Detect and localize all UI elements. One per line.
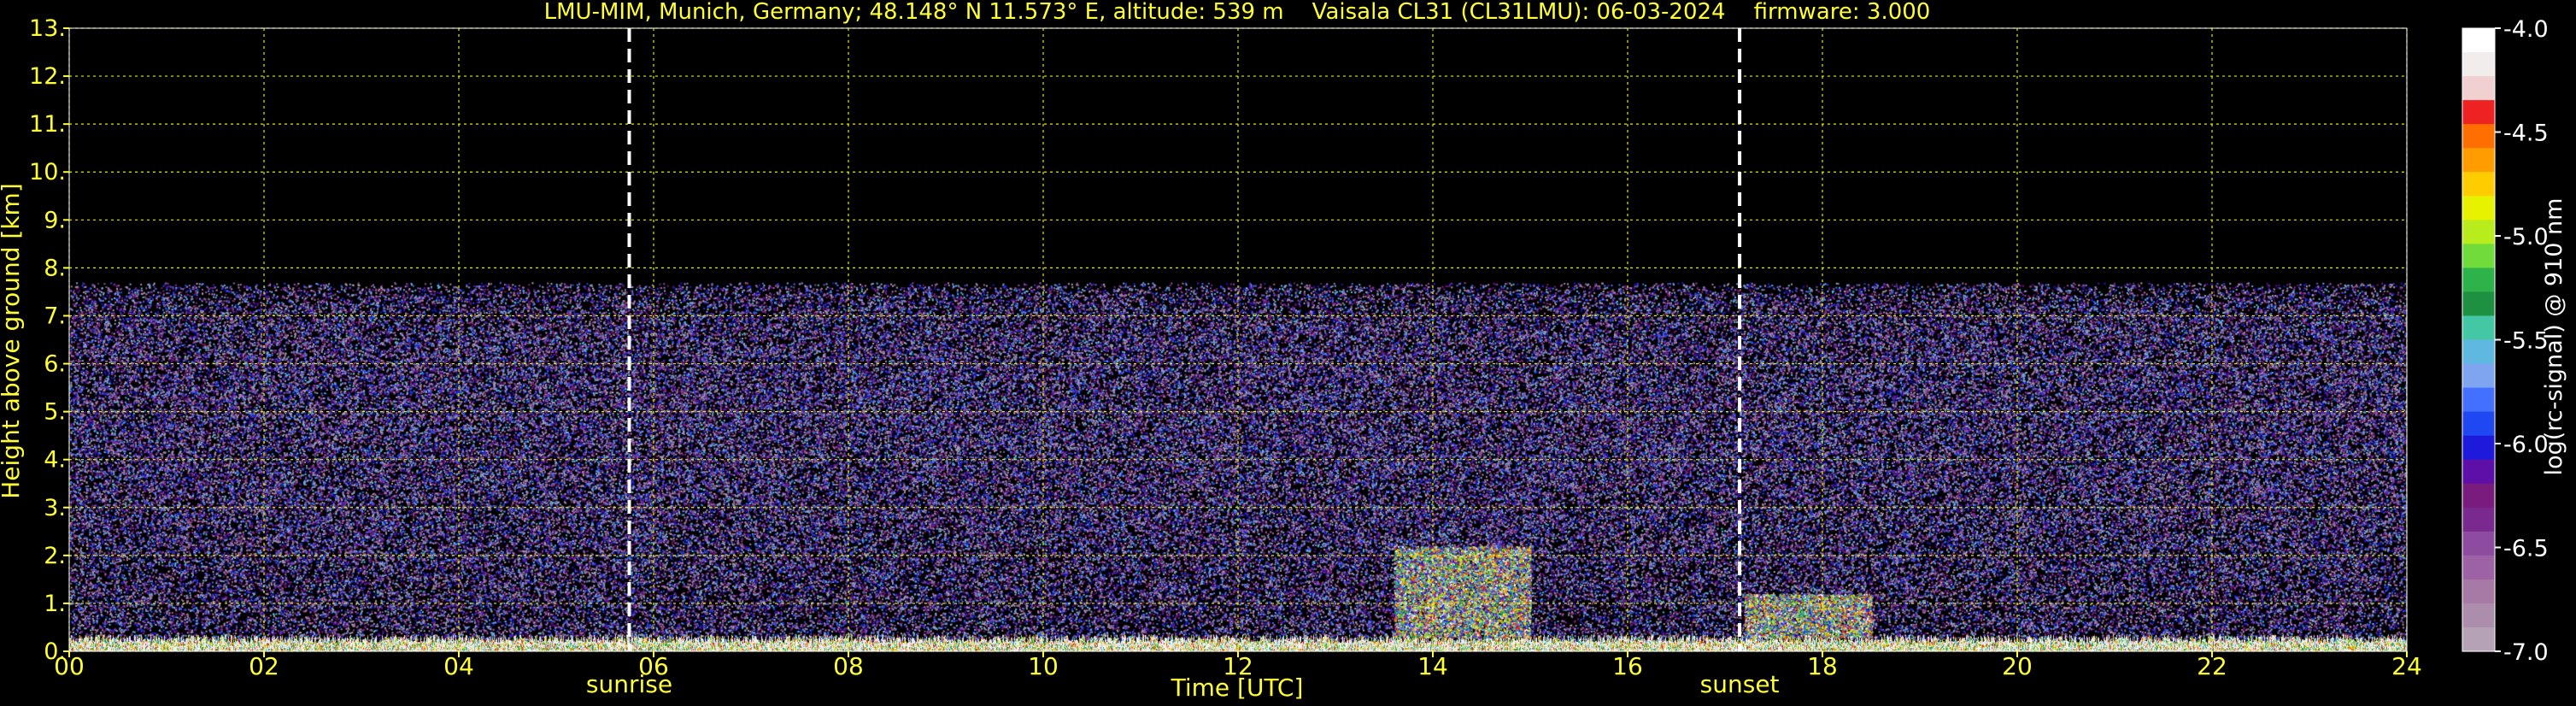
colorbar-swatch	[2462, 603, 2495, 628]
ceilometer-chart: LMU-MIM, Munich, Germany; 48.148° N 11.5…	[0, 0, 2576, 706]
colorbar-swatch	[2462, 28, 2495, 53]
y-tick-label: 12.	[29, 63, 66, 90]
colorbar-swatch	[2462, 339, 2495, 365]
colorbar-tick-label: -4.0	[2503, 16, 2549, 43]
x-tick-label: 24	[2391, 652, 2422, 680]
x-tick-label: 16	[1612, 652, 1643, 680]
colorbar-swatch	[2462, 363, 2495, 389]
colorbar-swatch	[2462, 435, 2495, 461]
colorbar-label: log(rc-signal) @ 910 nm	[2541, 198, 2567, 476]
colorbar-swatch	[2462, 483, 2495, 509]
colorbar-swatch	[2462, 291, 2495, 317]
y-axis-label: Height above ground [km]	[0, 183, 25, 499]
colorbar-swatch	[2462, 268, 2495, 293]
x-tick-label: 20	[2002, 652, 2033, 680]
colorbar-swatch	[2462, 220, 2495, 244]
sunset-label: sunset	[1700, 670, 1780, 698]
colorbar-swatch	[2462, 579, 2495, 604]
chart-title: LMU-MIM, Munich, Germany; 48.148° N 11.5…	[544, 0, 1931, 25]
y-tick-label: 11.	[29, 111, 66, 138]
colorbar-swatch	[2462, 244, 2495, 268]
y-tick-label: 2.	[44, 543, 66, 569]
colorbar-swatch	[2462, 555, 2495, 580]
x-axis-label: Time [UTC]	[1171, 674, 1304, 702]
y-tick-label: 8.	[44, 255, 66, 281]
colorbar-swatch	[2462, 627, 2495, 652]
y-tick-label: 6.	[44, 351, 66, 378]
x-tick-label: 18	[1807, 652, 1838, 680]
y-tick-label: 5.	[44, 399, 66, 426]
y-tick-label: 9.	[44, 207, 66, 233]
y-tick-label: 0.	[44, 638, 66, 665]
x-tick-label: 14	[1417, 652, 1448, 680]
x-tick-label: 10	[1028, 652, 1059, 680]
colorbar-swatch	[2462, 196, 2495, 221]
colorbar-swatch	[2462, 459, 2495, 485]
x-tick-label: 02	[249, 652, 279, 680]
colorbar-swatch	[2462, 315, 2495, 341]
x-tick-label: 22	[2197, 652, 2227, 680]
y-tick-label: 1.	[44, 591, 66, 617]
colorbar-swatch	[2462, 124, 2495, 149]
colorbar-tick-label: -6.5	[2503, 536, 2549, 562]
colorbar-swatch	[2462, 387, 2495, 413]
y-tick-label: 13.	[29, 15, 66, 42]
colorbar-tick-label: -7.0	[2503, 639, 2549, 666]
colorbar-swatch	[2462, 531, 2495, 556]
colorbar-swatch	[2462, 148, 2495, 173]
colorbar-tick-label: -4.5	[2503, 121, 2549, 147]
x-tick-label: 06	[638, 652, 669, 680]
colorbar-swatch	[2462, 172, 2495, 197]
y-tick-label: 10.	[29, 159, 66, 185]
colorbar-swatch	[2462, 76, 2495, 101]
y-tick-label: 4.	[44, 447, 66, 474]
colorbar-swatch	[2462, 411, 2495, 437]
colorbar-swatch	[2462, 100, 2495, 125]
x-tick-label: 08	[833, 652, 864, 680]
colorbar-swatch	[2462, 52, 2495, 77]
colorbar-swatch	[2462, 507, 2495, 532]
y-tick-label: 7.	[44, 303, 66, 329]
x-tick-label: 04	[443, 652, 474, 680]
y-tick-label: 3.	[44, 495, 66, 521]
